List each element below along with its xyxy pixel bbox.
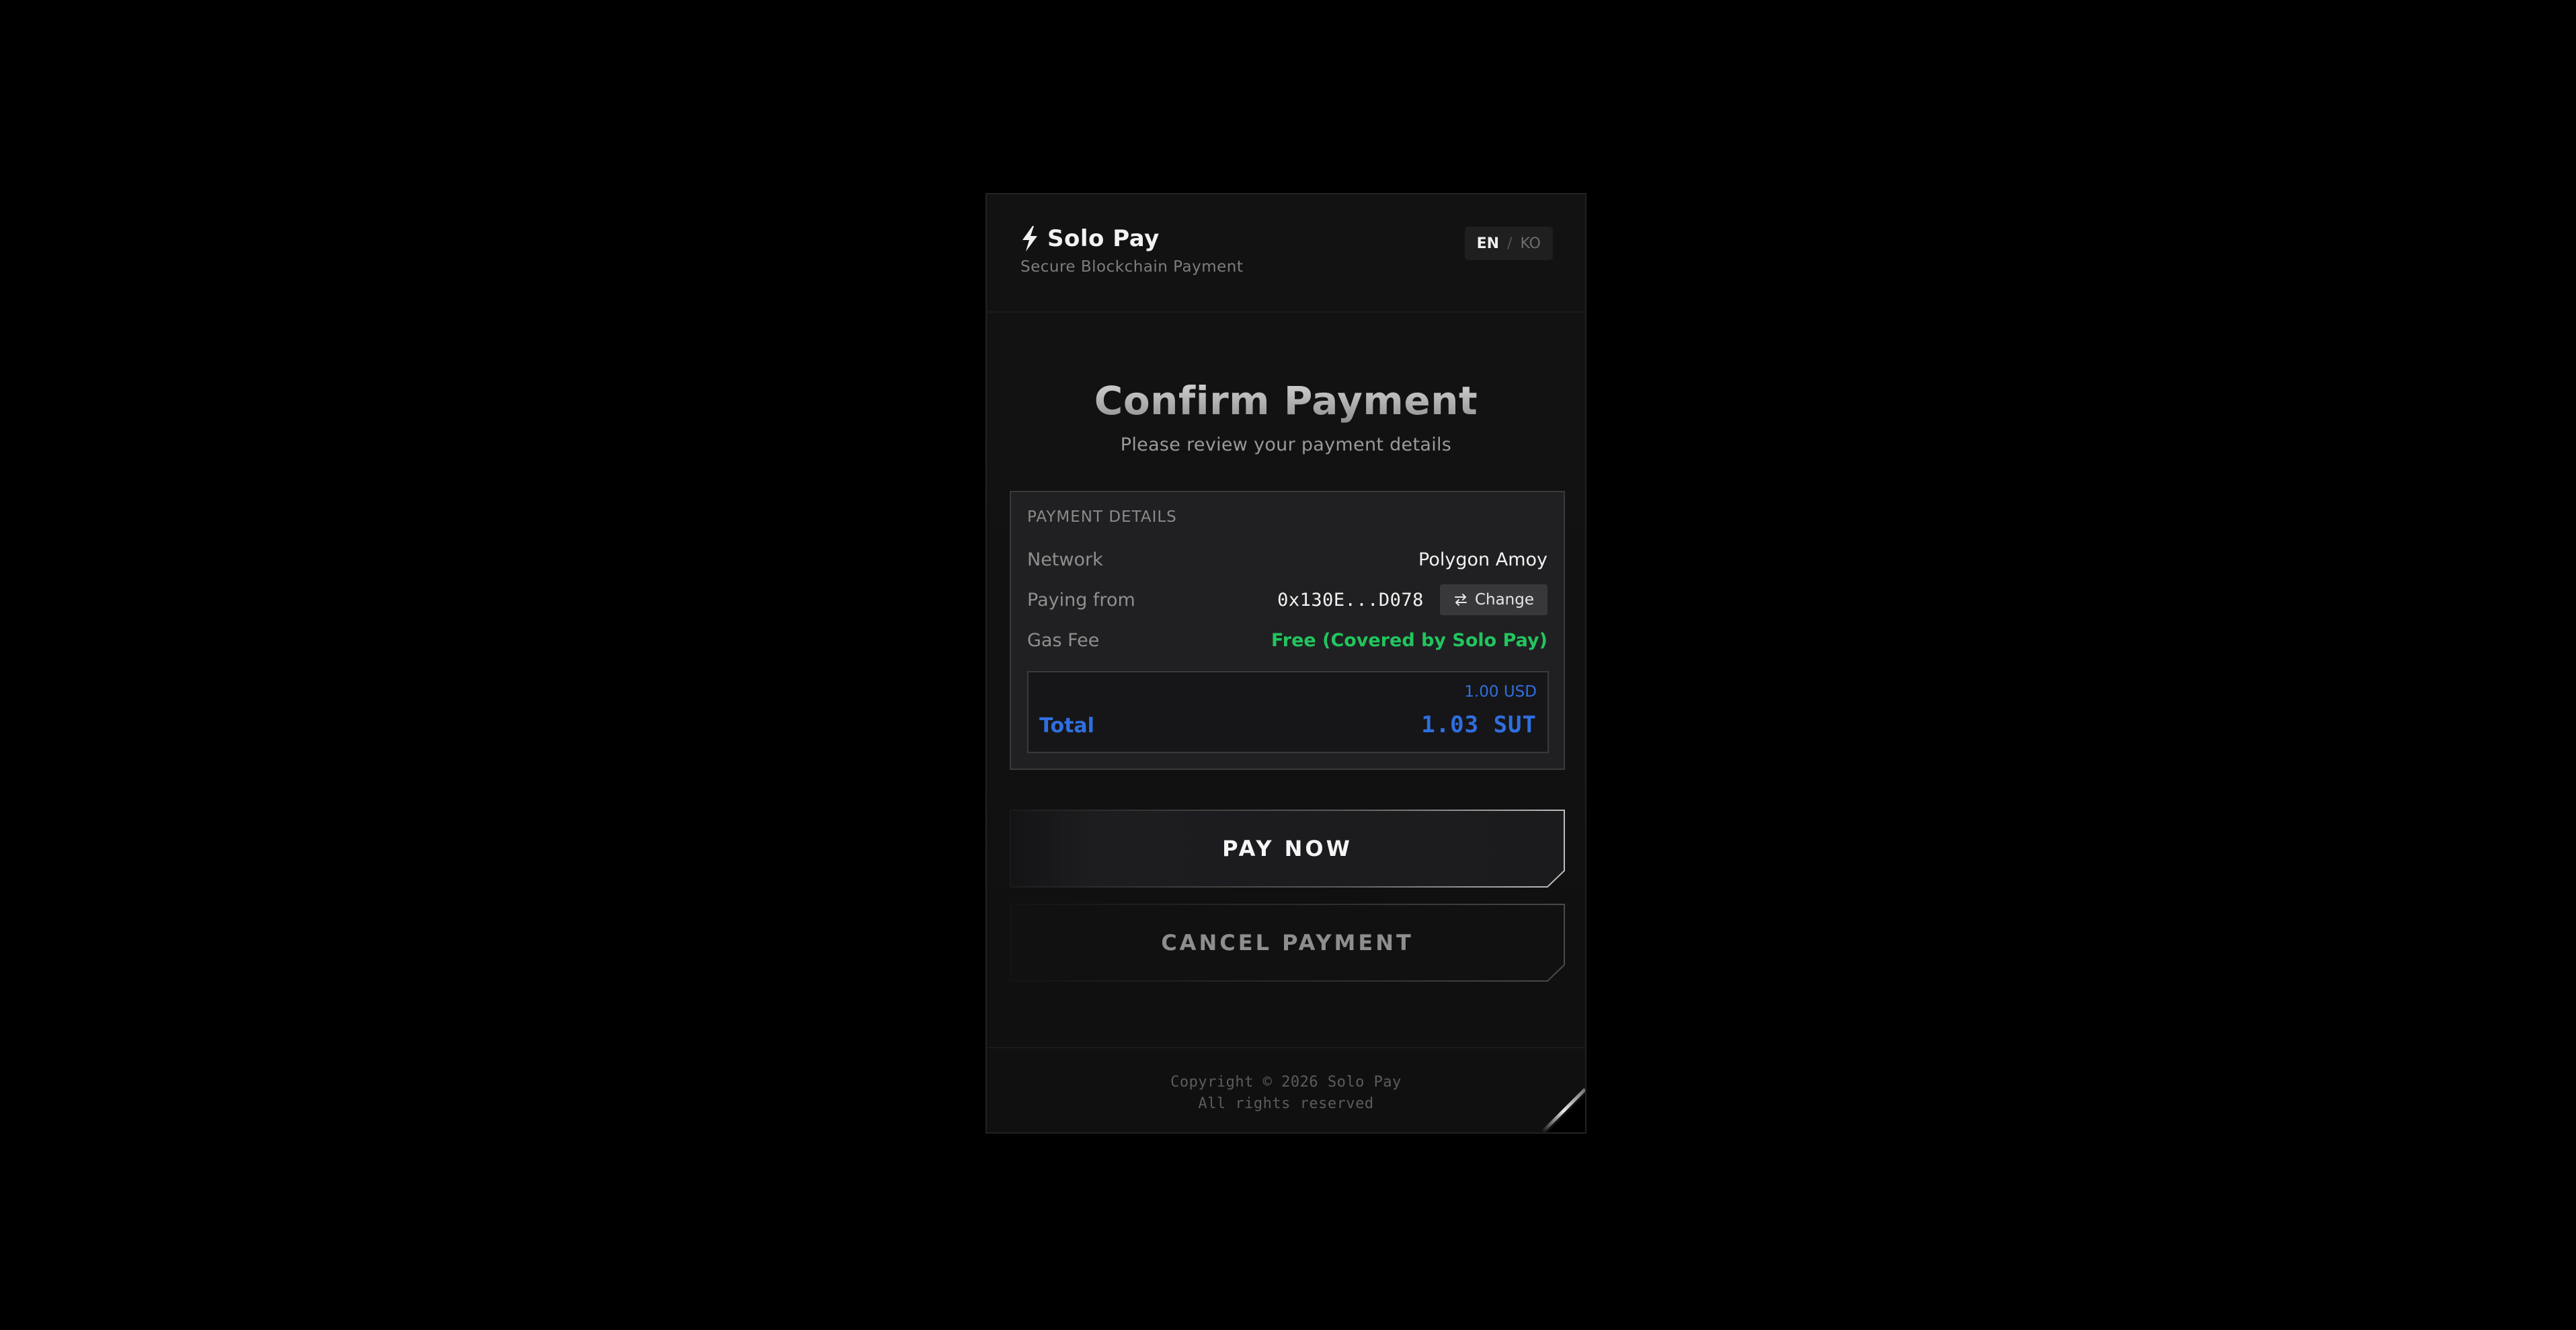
rights-text: All rights reserved [1198, 1095, 1374, 1112]
change-button-label: Change [1474, 591, 1534, 609]
pay-now-label: PAY NOW [1222, 836, 1353, 861]
change-wallet-button[interactable]: Change [1439, 584, 1547, 615]
brand-name: Solo Pay [1047, 225, 1160, 252]
language-option-ko[interactable]: KO [1520, 235, 1541, 252]
pay-now-button[interactable]: PAY NOW [1010, 810, 1565, 888]
copyright-text: Copyright © 2026 Solo Pay [1170, 1074, 1402, 1091]
network-label: Network [1027, 549, 1103, 570]
usd-amount: 1.00 USD [1464, 683, 1537, 701]
payment-details-panel: PAYMENT DETAILS Network Polygon Amoy Pay… [1010, 491, 1565, 770]
brand: Solo Pay [1019, 225, 1160, 252]
card-header: Solo Pay Secure Blockchain Payment EN / … [987, 194, 1585, 313]
card-footer: Copyright © 2026 Solo Pay All rights res… [987, 1047, 1585, 1132]
page-title: Confirm Payment [987, 378, 1585, 424]
total-box: 1.00 USD Total 1.03 SUT [1027, 671, 1549, 753]
total-label: Total [1039, 714, 1094, 738]
brand-tagline: Secure Blockchain Payment [1020, 258, 1244, 276]
language-separator: / [1507, 235, 1513, 252]
network-row: Network Polygon Amoy [1027, 545, 1547, 574]
swap-arrows-icon [1454, 594, 1467, 606]
gas-fee-value: Free (Covered by Solo Pay) [1271, 629, 1547, 651]
lightning-bolt-icon [1022, 226, 1037, 251]
paying-from-row: Paying from 0x130E...D078 Change [1027, 584, 1547, 615]
paying-from-value-group: 0x130E...D078 Change [1277, 584, 1547, 615]
gas-fee-label: Gas Fee [1027, 629, 1100, 651]
paying-from-label: Paying from [1027, 589, 1135, 611]
cancel-payment-label: CANCEL PAYMENT [1161, 930, 1414, 955]
cancel-payment-button[interactable]: CANCEL PAYMENT [1010, 904, 1565, 982]
payment-card: Solo Pay Secure Blockchain Payment EN / … [985, 193, 1586, 1134]
total-amount: 1.03 SUT [1421, 711, 1537, 738]
gas-fee-row: Gas Fee Free (Covered by Solo Pay) [1027, 625, 1547, 655]
card-corner-accent [1541, 1088, 1585, 1132]
page-subtitle: Please review your payment details [1120, 434, 1452, 455]
payment-details-heading: PAYMENT DETAILS [1027, 508, 1177, 526]
language-switcher: EN / KO [1464, 227, 1553, 260]
language-option-en[interactable]: EN [1477, 235, 1499, 252]
wallet-address: 0x130E...D078 [1277, 589, 1424, 611]
network-value: Polygon Amoy [1418, 549, 1547, 570]
